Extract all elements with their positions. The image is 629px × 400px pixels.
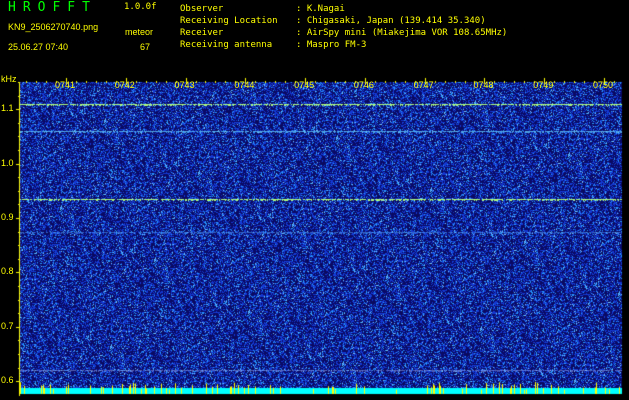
receiver-value: : AirSpy mini (Miakejima VOR 108.65MHz) (296, 28, 508, 38)
x-tick-label: 0749 (533, 80, 554, 90)
location-label: Receiving Location (180, 16, 278, 26)
x-tick-label: 0750 (593, 80, 614, 90)
antenna-label: Receiving antenna (180, 40, 273, 50)
y-tick-label: 0.7 (1, 320, 14, 331)
y-axis-label: kHz (1, 74, 17, 84)
x-tick-label: 0741 (55, 80, 76, 90)
antenna-value: : Maspro FM-3 (296, 40, 367, 50)
x-tick-label: 0744 (234, 80, 255, 90)
receiver-label: Receiver (180, 28, 224, 38)
x-tick-label: 0747 (413, 80, 434, 90)
observer-value: : K.Nagai (296, 4, 345, 14)
version-label: 1.0.0f (124, 2, 157, 12)
x-tick-label: 0743 (174, 80, 195, 90)
x-tick-label: 0742 (114, 80, 135, 90)
x-tick-label: 0748 (473, 80, 494, 90)
location-value: : Chigasaki, Japan (139.414 35.340) (296, 16, 486, 26)
file-name: KN9_2506270740.png (8, 22, 99, 32)
datetime-label: 25.06.27 07:40 (8, 42, 69, 52)
meteor-count: 67 (140, 42, 151, 52)
x-tick-label: 0746 (353, 80, 374, 90)
x-tick-label: 0745 (294, 80, 315, 90)
observer-label: Observer (180, 4, 224, 14)
meteor-label: meteor (125, 27, 154, 37)
app-title: HROFFT (8, 0, 97, 15)
y-tick-label: 1.1 (1, 103, 14, 114)
y-tick-label: 1.0 (1, 157, 14, 168)
y-tick-label: 0.9 (1, 211, 14, 222)
y-tick-label: 0.6 (1, 375, 14, 386)
y-tick-label: 0.8 (1, 266, 14, 277)
spectrogram-canvas (0, 0, 629, 400)
